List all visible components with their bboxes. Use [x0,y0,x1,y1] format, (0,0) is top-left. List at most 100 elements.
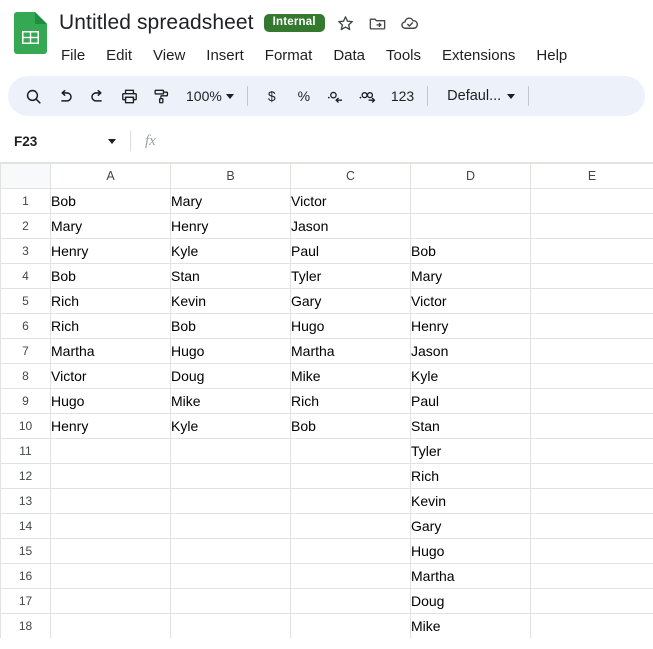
formula-input[interactable] [156,120,653,162]
cell-E2[interactable] [531,214,653,239]
cell-A16[interactable] [51,564,171,589]
cell-B7[interactable]: Hugo [171,339,291,364]
cell-E11[interactable] [531,439,653,464]
undo-icon[interactable] [50,81,80,111]
cell-A14[interactable] [51,514,171,539]
cell-A13[interactable] [51,489,171,514]
row-header[interactable]: 14 [1,514,51,539]
menu-item-help[interactable]: Help [534,46,569,65]
cell-D1[interactable] [411,189,531,214]
cell-B3[interactable]: Kyle [171,239,291,264]
cell-A11[interactable] [51,439,171,464]
cell-A15[interactable] [51,539,171,564]
cell-C1[interactable]: Victor [291,189,411,214]
print-icon[interactable] [114,81,144,111]
cell-C17[interactable] [291,589,411,614]
row-header[interactable]: 11 [1,439,51,464]
redo-icon[interactable] [82,81,112,111]
menu-item-file[interactable]: File [59,46,87,65]
cell-E8[interactable] [531,364,653,389]
cell-D12[interactable]: Rich [411,464,531,489]
cell-C16[interactable] [291,564,411,589]
cell-B10[interactable]: Kyle [171,414,291,439]
cell-B11[interactable] [171,439,291,464]
column-header-e[interactable]: E [531,164,653,189]
cell-B2[interactable]: Henry [171,214,291,239]
cell-C14[interactable] [291,514,411,539]
chevron-down-icon[interactable] [108,139,116,144]
decrease-decimal-icon[interactable] [321,81,352,111]
cell-D13[interactable]: Kevin [411,489,531,514]
row-header[interactable]: 16 [1,564,51,589]
cell-B14[interactable] [171,514,291,539]
cell-E1[interactable] [531,189,653,214]
row-header[interactable]: 17 [1,589,51,614]
menu-item-extensions[interactable]: Extensions [440,46,517,65]
cell-B8[interactable]: Doug [171,364,291,389]
currency-format-button[interactable]: $ [257,81,287,111]
select-all-corner[interactable] [1,164,51,189]
cell-E5[interactable] [531,289,653,314]
search-icon[interactable] [18,81,48,111]
cell-E12[interactable] [531,464,653,489]
cell-A7[interactable]: Martha [51,339,171,364]
cell-D9[interactable]: Paul [411,389,531,414]
cell-D5[interactable]: Victor [411,289,531,314]
cell-D16[interactable]: Martha [411,564,531,589]
cell-D14[interactable]: Gary [411,514,531,539]
cell-A17[interactable] [51,589,171,614]
cell-E6[interactable] [531,314,653,339]
cell-E13[interactable] [531,489,653,514]
row-header[interactable]: 6 [1,314,51,339]
percent-format-button[interactable]: % [289,81,319,111]
cell-D6[interactable]: Henry [411,314,531,339]
cell-D3[interactable]: Bob [411,239,531,264]
cell-E4[interactable] [531,264,653,289]
cloud-saved-icon[interactable] [399,12,421,34]
menu-item-view[interactable]: View [151,46,187,65]
increase-decimal-icon[interactable] [354,81,385,111]
cell-C7[interactable]: Martha [291,339,411,364]
menu-item-data[interactable]: Data [331,46,367,65]
cell-D11[interactable]: Tyler [411,439,531,464]
column-header-c[interactable]: C [291,164,411,189]
row-header[interactable]: 12 [1,464,51,489]
cell-C3[interactable]: Paul [291,239,411,264]
cell-E7[interactable] [531,339,653,364]
menu-item-insert[interactable]: Insert [204,46,246,65]
menu-item-tools[interactable]: Tools [384,46,423,65]
sheets-logo-icon[interactable] [14,12,47,54]
cell-B13[interactable] [171,489,291,514]
spreadsheet-grid[interactable]: A B C D E 1 Bob Mary Victor 2 Mary Henry… [0,162,653,638]
cell-A9[interactable]: Hugo [51,389,171,414]
cell-C10[interactable]: Bob [291,414,411,439]
row-header[interactable]: 10 [1,414,51,439]
number-format-button[interactable]: 123 [387,81,418,111]
row-header[interactable]: 8 [1,364,51,389]
cell-E10[interactable] [531,414,653,439]
cell-E15[interactable] [531,539,653,564]
cell-C12[interactable] [291,464,411,489]
cell-C9[interactable]: Rich [291,389,411,414]
cell-A1[interactable]: Bob [51,189,171,214]
cell-D2[interactable] [411,214,531,239]
move-to-folder-icon[interactable] [367,12,389,34]
row-header[interactable]: 13 [1,489,51,514]
cell-A4[interactable]: Bob [51,264,171,289]
cell-C11[interactable] [291,439,411,464]
cell-C15[interactable] [291,539,411,564]
star-icon[interactable] [335,12,357,34]
cell-E9[interactable] [531,389,653,414]
column-header-b[interactable]: B [171,164,291,189]
page-title[interactable]: Untitled spreadsheet [59,11,254,35]
cell-C2[interactable]: Jason [291,214,411,239]
cell-E18[interactable] [531,614,653,639]
cell-E14[interactable] [531,514,653,539]
row-header[interactable]: 5 [1,289,51,314]
menu-item-format[interactable]: Format [263,46,315,65]
cell-D8[interactable]: Kyle [411,364,531,389]
cell-B12[interactable] [171,464,291,489]
cell-A3[interactable]: Henry [51,239,171,264]
row-header[interactable]: 18 [1,614,51,639]
cell-E17[interactable] [531,589,653,614]
